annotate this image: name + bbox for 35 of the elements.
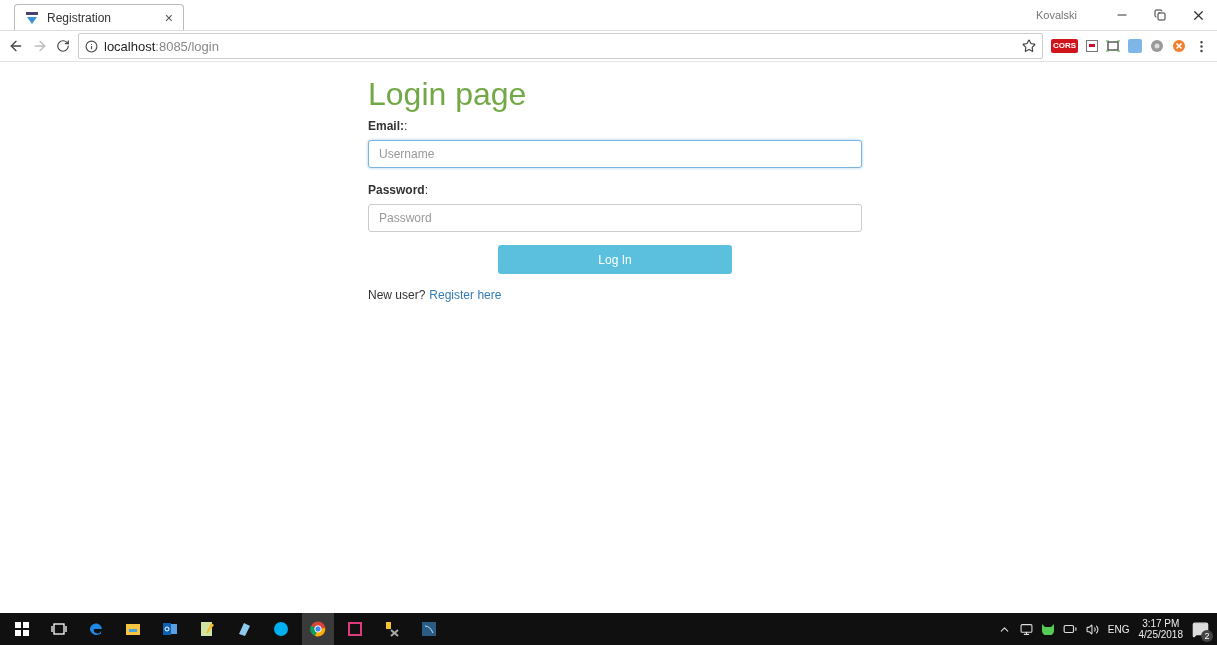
email-label: Email:: xyxy=(368,119,409,133)
tools-icon xyxy=(383,620,401,638)
site-icon xyxy=(25,10,39,25)
taskbar-button[interactable] xyxy=(302,613,334,645)
register-link[interactable]: Register here xyxy=(429,288,502,302)
password-field[interactable]: Password xyxy=(368,204,862,232)
volume-icon[interactable] xyxy=(1085,622,1099,636)
star-icon[interactable] xyxy=(1021,39,1036,53)
page-title: Login page xyxy=(368,76,528,113)
network-icon[interactable] xyxy=(1019,622,1033,636)
username-field[interactable]: Username xyxy=(368,140,862,168)
task-view-icon xyxy=(50,620,68,638)
browser-tab[interactable]: Registration × xyxy=(14,4,184,30)
mail-icon xyxy=(161,620,179,638)
chrome-icon xyxy=(309,620,327,638)
notepad-pen-icon xyxy=(198,620,216,638)
back-icon[interactable] xyxy=(8,38,24,54)
tab-close-button[interactable]: × xyxy=(164,9,173,26)
password-label: Password: xyxy=(368,183,430,197)
clock-date[interactable]: 4/25/2018 xyxy=(1138,629,1183,640)
profile-name[interactable]: Kovalski xyxy=(1036,9,1077,21)
clock-time[interactable]: 3:17 PM xyxy=(1142,618,1180,629)
info-icon xyxy=(85,39,98,53)
battery-icon[interactable] xyxy=(1062,622,1077,636)
cat-icon[interactable] xyxy=(1041,623,1054,635)
language-indicator[interactable]: ENG xyxy=(1107,623,1130,635)
restore-icon[interactable] xyxy=(1154,9,1166,21)
address-bar[interactable]: localhost:8085/login xyxy=(78,33,1043,59)
extension-icon[interactable] xyxy=(1172,39,1186,53)
extension-icon[interactable]: CORS xyxy=(1050,39,1078,53)
extension-icon[interactable] xyxy=(1086,40,1098,52)
frame-icon[interactable] xyxy=(1106,40,1120,52)
windows-icon xyxy=(13,620,31,638)
new-user-text: New user? xyxy=(368,288,426,302)
reload-icon[interactable] xyxy=(56,39,70,53)
